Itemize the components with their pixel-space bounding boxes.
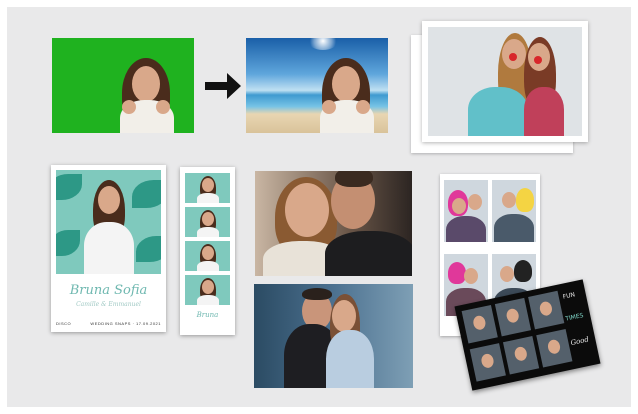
card-text-3: Good <box>569 335 590 348</box>
couple-photo-closeup <box>255 171 412 276</box>
portrait-photo <box>56 170 161 274</box>
print-name: Bruna Sofia <box>69 283 148 298</box>
strip-frame <box>185 173 230 203</box>
card-text-2: TIMES <box>564 312 585 323</box>
print-footer-right: WEDDING SNAPS · 17.09.2021 <box>90 320 161 326</box>
selfie-photo <box>428 27 582 136</box>
group-cell <box>444 180 488 242</box>
showcase-panel: Bruna Sofia Camille & Emmanuel DISCO WED… <box>7 7 631 407</box>
group-cell <box>492 180 536 242</box>
couple-photo-wall <box>254 284 413 388</box>
strip-frame <box>185 275 230 305</box>
print-footer: DISCO WEDDING SNAPS · 17.09.2021 <box>56 320 161 326</box>
card-text-1: FUN <box>562 291 576 301</box>
selfie-print <box>422 21 588 142</box>
green-screen-photo <box>52 38 194 133</box>
print-subtitle: Camille & Emmanuel <box>76 301 141 308</box>
print-footer-left: DISCO <box>56 320 72 326</box>
strip-frame <box>185 207 230 237</box>
strip-frame <box>185 241 230 271</box>
photo-strip: Bruna <box>180 167 235 335</box>
beach-background-photo <box>246 38 388 133</box>
portrait-print: Bruna Sofia Camille & Emmanuel DISCO WED… <box>51 165 166 332</box>
strip-script: Bruna <box>196 311 219 319</box>
right-arrow-icon <box>205 73 241 99</box>
